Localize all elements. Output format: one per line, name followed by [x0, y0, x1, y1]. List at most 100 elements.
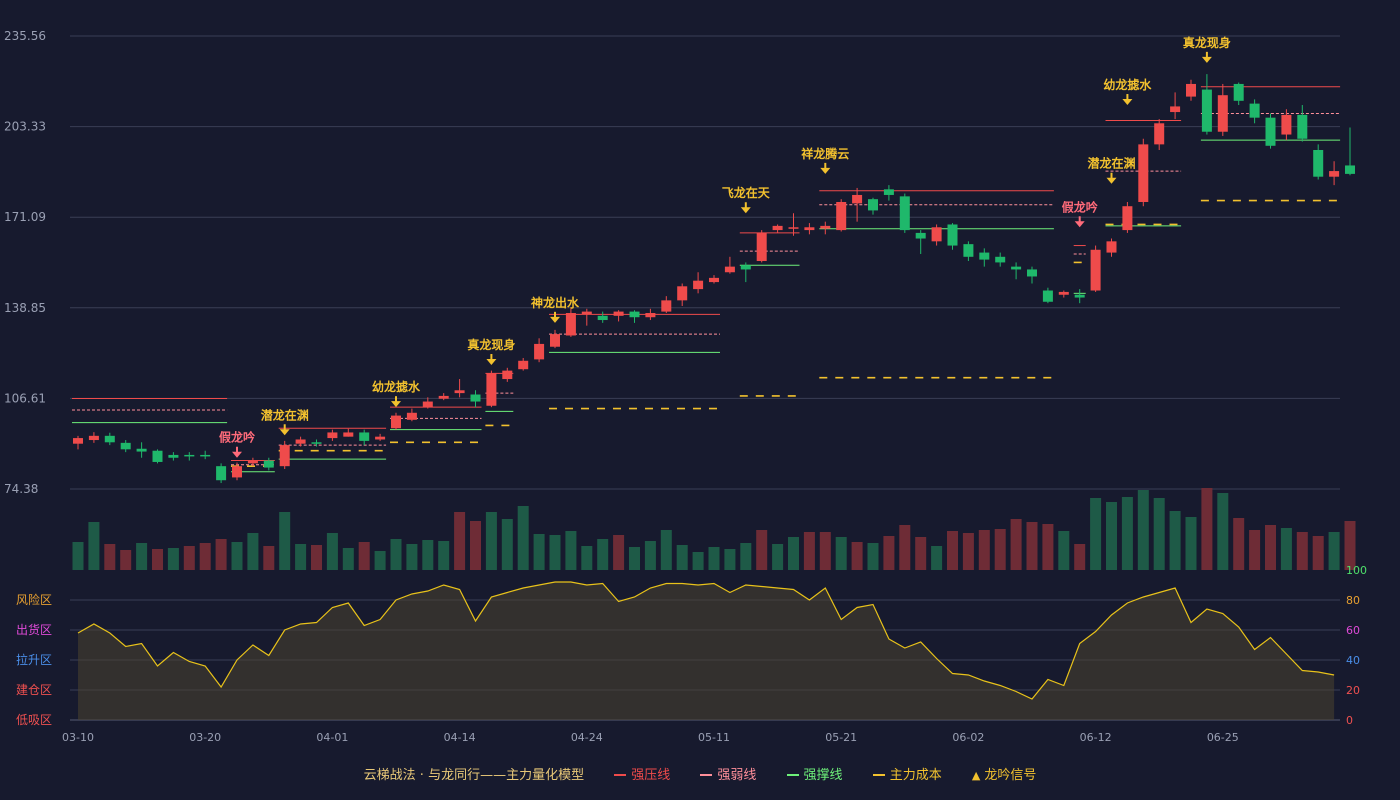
candle-body — [1154, 123, 1165, 145]
candle-body — [359, 432, 370, 441]
zone-label: 低吸区 — [16, 713, 52, 727]
candle-body — [120, 442, 131, 450]
signal-arrow-icon — [232, 451, 242, 458]
volume-bar — [501, 519, 513, 570]
candle-body — [327, 432, 338, 439]
candle-body — [279, 445, 290, 467]
volume-bar — [1328, 532, 1340, 570]
volume-bar — [1344, 521, 1356, 570]
volume-bar — [120, 550, 132, 570]
volume-bar — [231, 542, 243, 570]
signal-label: 假龙吟 — [219, 430, 255, 445]
volume-bar — [788, 537, 799, 570]
candle-body — [1122, 206, 1133, 231]
volume-bar — [708, 547, 720, 570]
date-tick-label: 05-11 — [698, 731, 730, 744]
candle-body — [1138, 144, 1149, 202]
candle-body — [518, 360, 529, 370]
osc-tick-label: 80 — [1346, 594, 1360, 607]
signal-label: 潜龙在渊 — [1087, 156, 1135, 171]
volume-bar — [1074, 544, 1086, 570]
candle-body — [645, 313, 656, 318]
signal-arrow-icon — [391, 401, 401, 408]
candle-body — [1074, 294, 1085, 298]
price-tick-label: 74.38 — [4, 482, 38, 496]
candle-body — [931, 227, 942, 242]
candle-body — [1313, 149, 1324, 177]
volume-bar — [962, 533, 974, 570]
candle-body — [804, 227, 815, 231]
volume-bar — [1201, 488, 1213, 570]
volume-bar — [819, 532, 831, 570]
volume-bar — [597, 539, 609, 570]
volume-bar — [931, 546, 943, 570]
volume-bar — [899, 525, 911, 570]
volume-bar — [533, 534, 545, 570]
volume-bar — [215, 539, 227, 570]
chart-legend: 云梯战法 · 与龙同行——主力量化模型 强压线 强弱线 强撑线 主力成本 ▲ 龙吟… — [0, 764, 1400, 783]
date-tick-label: 05-21 — [825, 731, 857, 744]
candle-body — [1281, 114, 1292, 135]
triangle-icon: ▲ — [971, 769, 981, 782]
osc-tick-label: 60 — [1346, 624, 1360, 637]
volume-bar — [772, 544, 784, 570]
candle-body — [168, 454, 179, 458]
cost-swatch — [872, 773, 885, 776]
candle-body — [565, 313, 576, 336]
signal-label: 幼龙摅水 — [372, 379, 421, 394]
candle-body — [979, 252, 990, 260]
legend-resistance: 强压线 — [614, 768, 670, 783]
candle-body — [152, 450, 163, 462]
volume-bar — [1233, 518, 1245, 570]
volume-bar — [1010, 519, 1022, 570]
volume-bar — [1169, 511, 1181, 570]
candle-body — [1058, 291, 1069, 295]
candle-body — [1011, 266, 1022, 270]
volume-bar — [136, 543, 148, 570]
candle-body — [295, 439, 306, 444]
date-tick-label: 04-01 — [316, 731, 348, 744]
candle-body — [502, 370, 513, 380]
candle-body — [88, 435, 99, 441]
candle-body — [995, 256, 1006, 263]
candle-body — [740, 265, 751, 270]
weak-swatch — [700, 773, 713, 776]
volume-bar — [1137, 490, 1149, 570]
volume-bar — [1042, 524, 1054, 570]
volume-bar — [342, 548, 354, 570]
date-axis: 03-10 03-20 04-01 04-14 04-24 05-11 05-21 06-02… — [62, 731, 1239, 744]
signal-markers: 假龙吟潜龙在渊幼龙摅水真龙现身神龙出水飞龙在天祥龙腾云假龙吟潜龙在渊幼龙摅水真龙… — [219, 35, 1231, 458]
osc-tick-label: 100 — [1346, 564, 1367, 577]
signal-label: 神龙出水 — [531, 295, 580, 310]
candle-body — [772, 225, 783, 231]
signal-label: 真龙现身 — [467, 337, 515, 352]
volume-bar — [692, 552, 704, 570]
zone-label: 建仓区 — [16, 683, 52, 697]
candle-body — [947, 224, 958, 246]
candle-body — [581, 311, 592, 315]
candle-body — [534, 343, 545, 360]
zone-label: 出货区 — [16, 622, 52, 637]
volume-bar — [644, 541, 656, 570]
price-tick-label: 203.33 — [4, 120, 46, 134]
volume-bar — [422, 540, 434, 570]
candle-body — [756, 232, 767, 262]
volume-bar — [295, 544, 307, 570]
date-tick-label: 03-10 — [62, 731, 94, 744]
signal-label: 幼龙摅水 — [1103, 77, 1152, 92]
legend-cost-label: 主力成本 — [889, 768, 942, 783]
signal-label: 祥龙腾云 — [801, 146, 849, 161]
legend-resistance-label: 强压线 — [631, 768, 671, 783]
candle-body — [693, 280, 704, 290]
volume-bar — [183, 546, 195, 570]
volume-bar — [660, 530, 672, 570]
candle-body — [868, 199, 878, 211]
candle-body — [1042, 290, 1053, 302]
signal-label: 飞龙在天 — [722, 185, 771, 200]
volume-bar — [1153, 498, 1165, 570]
volume-bars — [72, 488, 1356, 570]
legend-support-label: 强撑线 — [803, 768, 843, 783]
volume-bar — [104, 544, 116, 570]
candle-body — [1217, 95, 1228, 132]
candle-body — [613, 311, 624, 316]
